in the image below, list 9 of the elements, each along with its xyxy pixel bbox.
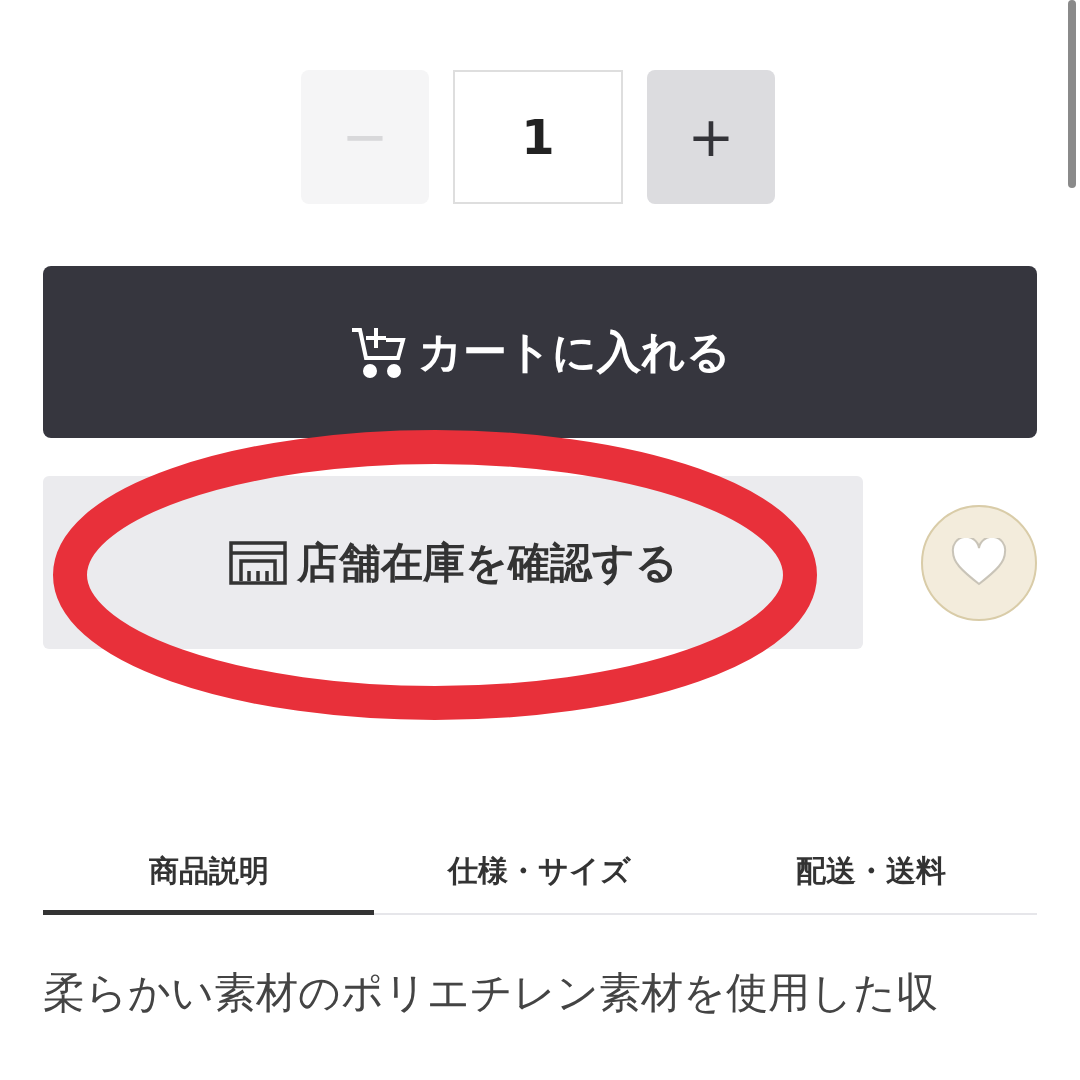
quantity-field[interactable]: 1	[453, 70, 623, 204]
add-to-cart-button[interactable]: カートに入れる	[43, 266, 1037, 438]
description-text: 柔らかい素材のポリエチレン素材を使用した収	[43, 967, 939, 1019]
quantity-step-button[interactable]: +	[647, 70, 775, 204]
heart-icon	[951, 537, 1008, 588]
tab[interactable]: 仕様・サイズ	[374, 841, 706, 915]
tab[interactable]: 商品説明	[43, 841, 375, 915]
tab[interactable]: 配送・送料	[705, 841, 1037, 915]
store-icon	[228, 540, 287, 585]
